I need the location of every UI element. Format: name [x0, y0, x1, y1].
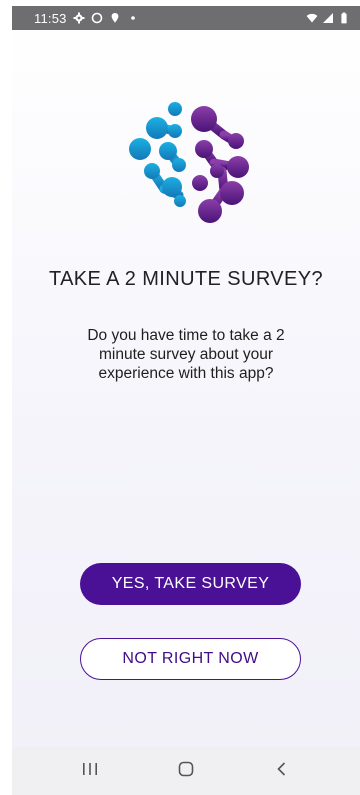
circle-icon	[91, 12, 103, 24]
signal-icon	[322, 12, 334, 24]
home-button[interactable]	[156, 751, 216, 791]
gear-icon	[73, 12, 85, 24]
battery-icon	[338, 12, 350, 24]
brain-network-logo	[129, 102, 249, 223]
wifi-icon	[306, 12, 318, 24]
back-button[interactable]	[252, 751, 312, 791]
not-right-now-button[interactable]: NOT RIGHT NOW	[80, 638, 301, 680]
survey-title: TAKE A 2 MINUTE SURVEY?	[48, 268, 324, 290]
take-survey-button[interactable]: YES, TAKE SURVEY	[80, 563, 301, 605]
system-nav-bar	[12, 747, 360, 795]
status-right	[306, 12, 350, 24]
dot-icon	[127, 12, 139, 24]
recent-apps-button[interactable]	[60, 751, 120, 791]
status-left: 11:53	[34, 11, 139, 26]
recent-apps-icon	[81, 761, 99, 782]
app-screen: 11:53 TAKE A 2 MINUTE SURVEY? Do you hav…	[12, 6, 360, 795]
screen: 11:53 TAKE A 2 MINUTE SURVEY? Do you hav…	[0, 0, 360, 795]
location-pin-icon	[109, 12, 121, 24]
status-bar: 11:53	[12, 6, 360, 30]
home-icon	[177, 761, 195, 782]
survey-description: Do you have time to take a 2 minute surv…	[87, 327, 285, 382]
back-icon	[273, 761, 291, 782]
status-time: 11:53	[34, 10, 67, 26]
